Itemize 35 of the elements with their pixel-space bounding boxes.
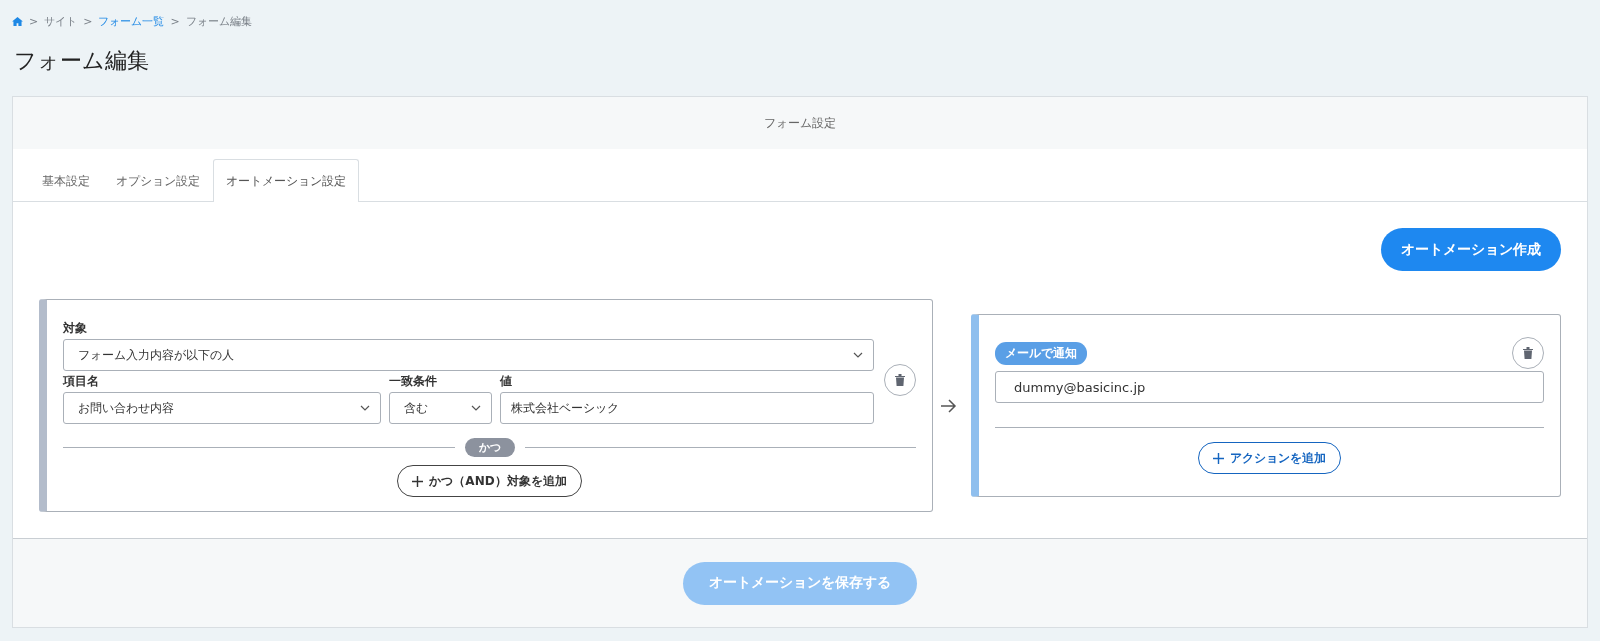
field-label: 一致条件: [389, 373, 438, 390]
plus-icon: [412, 475, 424, 487]
breadcrumb-separator: >: [29, 14, 39, 28]
breadcrumb-separator: >: [83, 14, 93, 28]
trash-icon: [895, 374, 905, 386]
tab[interactable]: オプション設定: [103, 159, 213, 202]
add-condition-button[interactable]: かつ（AND）対象を追加: [397, 465, 582, 497]
trash-icon: [1523, 347, 1533, 359]
card-title: フォーム設定: [764, 114, 836, 132]
breadcrumb-item: サイト: [44, 13, 78, 29]
field-label: 対象: [63, 320, 88, 337]
arrow-right-icon: [941, 398, 957, 413]
delete-button[interactable]: [1512, 337, 1544, 369]
match-select[interactable]: 含む: [389, 392, 492, 424]
chevron-down-icon: [853, 352, 863, 358]
add-action-button[interactable]: アクションを追加: [1198, 442, 1341, 474]
field-label: 値: [500, 373, 513, 390]
and-badge: かつ: [464, 438, 515, 457]
page-title: フォーム編集: [14, 47, 150, 75]
target-select[interactable]: フォーム入力内容が以下の人: [63, 339, 874, 371]
email-input[interactable]: dummy@basicinc.jp: [995, 371, 1544, 403]
tab[interactable]: オートメーション設定: [213, 159, 359, 202]
breadcrumb-separator: >: [170, 14, 180, 28]
breadcrumb-item: フォーム編集: [185, 13, 252, 29]
value-input[interactable]: 株式会社ベーシック: [500, 392, 874, 424]
field-select[interactable]: お問い合わせ内容: [63, 392, 381, 424]
delete-button[interactable]: [884, 364, 916, 396]
plus-icon: [1213, 452, 1224, 464]
chevron-down-icon: [471, 405, 481, 411]
action-tag: メールで通知: [995, 341, 1087, 365]
chevron-down-icon: [360, 405, 370, 411]
field-label: 項目名: [63, 373, 100, 390]
create-automation-button[interactable]: オートメーション作成: [1381, 228, 1561, 271]
tab[interactable]: 基本設定: [29, 159, 103, 202]
home-icon[interactable]: [12, 16, 23, 26]
